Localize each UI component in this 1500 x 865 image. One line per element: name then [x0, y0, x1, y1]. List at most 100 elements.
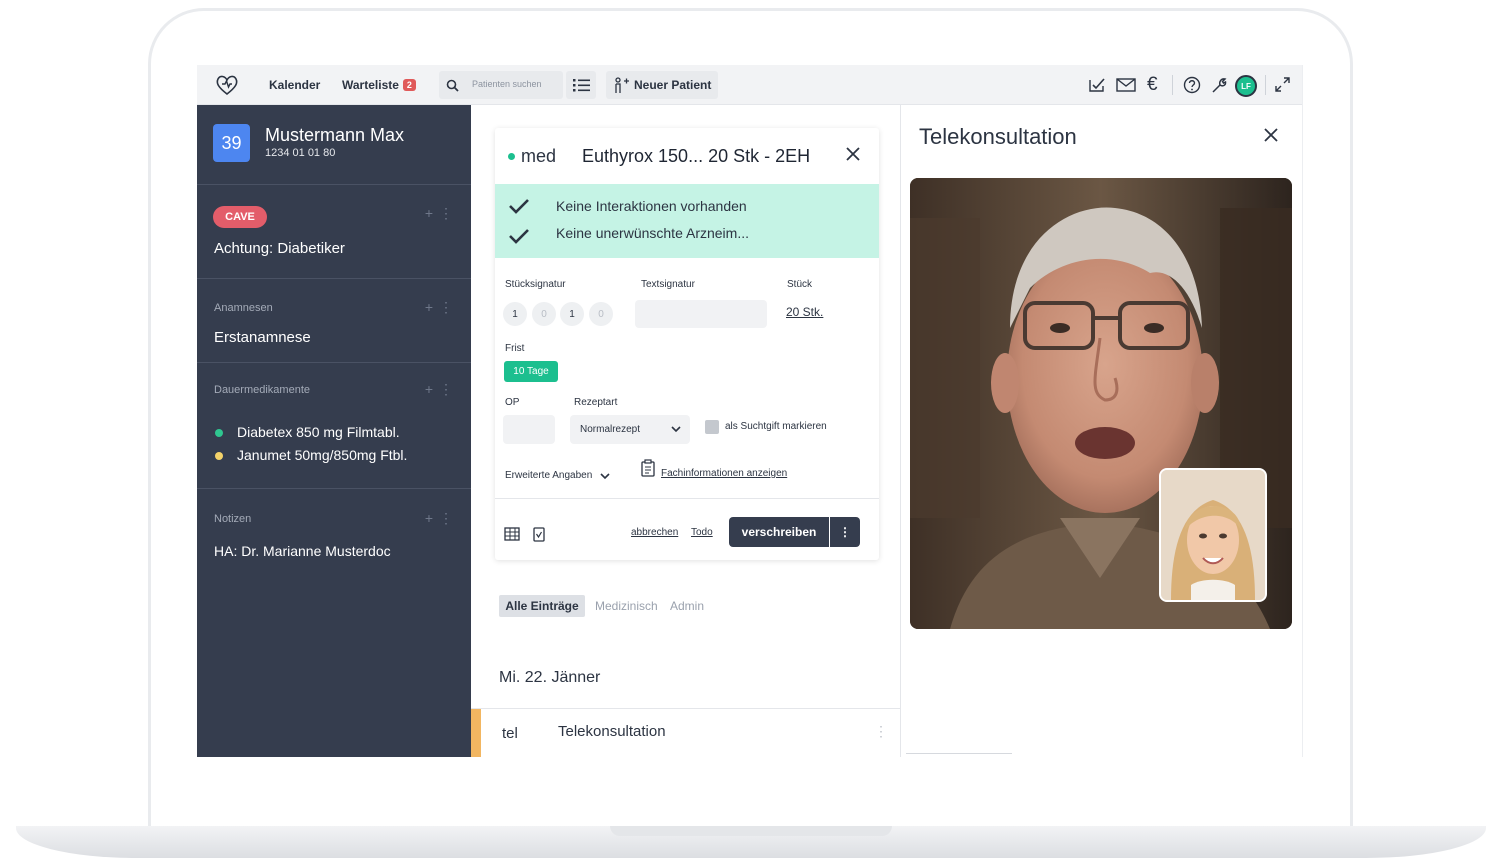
- checkmark-icon: [509, 229, 529, 244]
- op-label: OP: [505, 397, 520, 408]
- timeline-date: Mi. 22. Jänner: [499, 669, 601, 686]
- medication-item[interactable]: Diabetex 850 mg Filmtabl.: [237, 424, 400, 440]
- text-signature-input[interactable]: [635, 300, 767, 328]
- list-icon: [573, 79, 590, 92]
- fachinfo-link[interactable]: Fachinformationen anzeigen: [661, 468, 787, 479]
- notes-title: Notizen: [214, 513, 252, 525]
- mail-icon[interactable]: [1116, 77, 1136, 93]
- filter-tab-medical[interactable]: Medizinisch: [595, 595, 658, 617]
- deadline-chip[interactable]: 10 Tage: [504, 361, 558, 382]
- medication-status-dot: [215, 452, 223, 460]
- app-screen: Kalender Warteliste 2 Patienten suchen N…: [197, 65, 1303, 757]
- signature-pill-night[interactable]: 0: [589, 302, 613, 326]
- laptop-notch: [610, 826, 892, 836]
- rx-type-value: Normalrezept: [580, 424, 641, 435]
- expand-icon[interactable]: [1275, 77, 1290, 92]
- quantity-label: Stück: [787, 279, 813, 290]
- check-result-text: Keine unerwünschte Arzneim...: [556, 225, 749, 241]
- patient-sidebar: 39 Mustermann Max 1234 01 01 80 CAVE +⋮ …: [197, 105, 471, 757]
- notes-entry[interactable]: HA: Dr. Marianne Musterdoc: [214, 543, 391, 559]
- user-avatar[interactable]: LF: [1235, 75, 1257, 97]
- chevron-down-icon[interactable]: [600, 473, 610, 480]
- medication-status-dot: [215, 429, 223, 437]
- waitlist-count-badge: 2: [402, 79, 416, 91]
- med-status-dot: [508, 153, 515, 160]
- longterm-medication-controls[interactable]: +⋮: [425, 381, 459, 398]
- wrench-icon[interactable]: [1211, 76, 1227, 94]
- op-input[interactable]: [503, 415, 555, 444]
- remote-video-feed[interactable]: [910, 178, 1292, 629]
- entry-type: tel: [502, 725, 518, 742]
- extended-details-toggle[interactable]: Erweiterte Angaben: [505, 470, 592, 481]
- medication-title: Euthyrox 150... 20 Stk - 2EH: [582, 146, 811, 166]
- notes-section: Notizen +⋮ HA: Dr. Marianne Musterdoc: [197, 489, 471, 579]
- cancel-link[interactable]: abbrechen: [631, 527, 678, 538]
- help-icon[interactable]: [1183, 76, 1201, 94]
- piece-signature-label: Stücksignatur: [505, 279, 566, 290]
- teleconsult-panel: Telekonsultation: [900, 105, 1302, 757]
- filter-tab-admin[interactable]: Admin: [670, 595, 704, 617]
- add-person-icon: [615, 77, 629, 93]
- anamnesis-entry[interactable]: Erstanamnese: [214, 329, 311, 346]
- longterm-medication-title: Dauermedikamente: [214, 384, 310, 396]
- heart-logo-icon[interactable]: [214, 73, 240, 97]
- rx-type-label: Rezeptart: [574, 397, 618, 408]
- text-signature-label: Textsignatur: [641, 279, 695, 290]
- toolbar-divider: [1265, 75, 1266, 95]
- entry-title: Telekonsultation: [558, 723, 666, 740]
- patient-header: 39 Mustermann Max 1234 01 01 80: [197, 105, 471, 185]
- close-icon[interactable]: [846, 147, 860, 161]
- waitlist-link[interactable]: Warteliste 2: [342, 65, 416, 105]
- entry-accent-bar: [471, 709, 481, 757]
- signature-pill-evening[interactable]: 1: [560, 302, 584, 326]
- anamnesis-title: Anamnesen: [214, 302, 273, 314]
- signature-pill-noon[interactable]: 0: [532, 302, 556, 326]
- calendar-link[interactable]: Kalender: [269, 65, 320, 105]
- top-bar: Kalender Warteliste 2 Patienten suchen N…: [197, 65, 1302, 105]
- entry-more-icon[interactable]: ⋮: [874, 723, 888, 740]
- notes-controls[interactable]: +⋮: [425, 510, 459, 527]
- timeline-entry[interactable]: tel Telekonsultation ⋮: [471, 709, 901, 757]
- deadline-label: Frist: [505, 343, 525, 354]
- prescribe-button[interactable]: verschreiben: [729, 517, 829, 547]
- toolbar-divider: [1172, 75, 1173, 95]
- new-patient-label: Neuer Patient: [634, 78, 712, 92]
- filter-tab-all[interactable]: Alle Einträge: [499, 595, 585, 617]
- cave-text[interactable]: Achtung: Diabetiker: [214, 240, 345, 257]
- medication-item[interactable]: Janumet 50mg/850mg Ftbl.: [237, 447, 407, 463]
- entry-type-label: med: [521, 146, 557, 166]
- teleconsult-title: Telekonsultation: [919, 124, 1077, 149]
- doctor-video-image: [1161, 470, 1265, 600]
- tasks-check-icon[interactable]: [1089, 77, 1106, 93]
- cave-section: CAVE +⋮ Achtung: Diabetiker: [197, 185, 471, 279]
- check-result-text: Keine Interaktionen vorhanden: [556, 198, 747, 214]
- anamnesis-controls[interactable]: +⋮: [425, 299, 459, 316]
- search-input[interactable]: Patienten suchen: [472, 79, 542, 89]
- longterm-medication-section: Dauermedikamente +⋮ Diabetex 850 mg Film…: [197, 363, 471, 489]
- extended-details-label: Erweiterte Angaben: [505, 470, 593, 481]
- cave-section-controls[interactable]: +⋮: [425, 205, 459, 222]
- document-check-icon[interactable]: [533, 526, 545, 542]
- euro-icon[interactable]: €: [1147, 65, 1158, 105]
- quantity-link[interactable]: 20 Stk.: [786, 305, 823, 319]
- patient-name[interactable]: Mustermann Max: [265, 125, 404, 146]
- close-icon[interactable]: [1264, 128, 1278, 142]
- patient-number-badge: 39: [213, 124, 250, 162]
- search-icon: [446, 79, 459, 92]
- rx-type-select[interactable]: Normalrezept: [570, 415, 690, 444]
- narcotic-checkbox[interactable]: [705, 420, 719, 434]
- anamnesis-section: Anamnesen +⋮ Erstanamnese: [197, 279, 471, 363]
- clipboard-icon: [641, 459, 655, 477]
- cave-badge: CAVE: [213, 206, 267, 228]
- card-divider: [495, 498, 879, 499]
- todo-link[interactable]: Todo: [691, 527, 713, 538]
- self-video-preview[interactable]: [1159, 468, 1267, 602]
- waitlist-label: Warteliste: [342, 78, 399, 92]
- narcotic-label: als Suchtgift markieren: [725, 421, 827, 432]
- table-icon[interactable]: [504, 527, 520, 541]
- prescription-card: med Euthyrox 150... 20 Stk - 2EH Keine I…: [495, 128, 879, 560]
- prescribe-more-button[interactable]: ⋮: [830, 517, 860, 547]
- patient-id: 1234 01 01 80: [265, 147, 336, 159]
- panel-bottom-line: [906, 753, 1012, 754]
- signature-pill-morning[interactable]: 1: [503, 302, 527, 326]
